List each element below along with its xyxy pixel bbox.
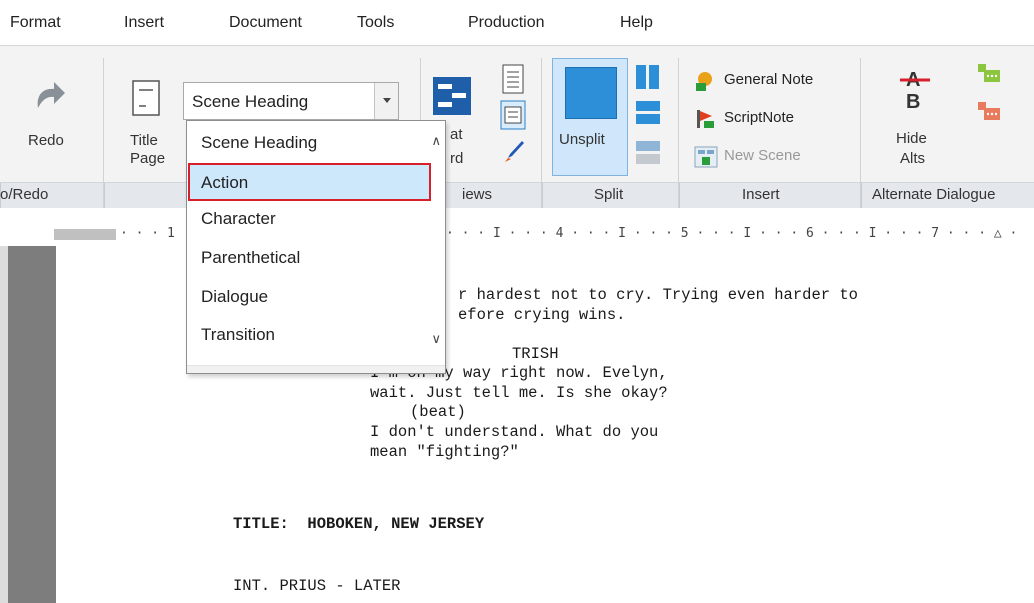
new-scene-button[interactable]: New Scene <box>694 144 854 170</box>
undo-group-label: o/Redo <box>0 186 49 203</box>
split-horizontal-icon[interactable] <box>635 100 661 126</box>
dropdown-item-dialogue[interactable]: Dialogue <box>201 287 268 307</box>
menu-production[interactable]: Production <box>468 14 545 32</box>
hide-alts-label-1: Hide <box>896 130 927 147</box>
insert-group-label: Insert <box>742 186 780 203</box>
ruler-margin <box>54 229 116 240</box>
dropdown-resize-grip[interactable] <box>187 365 445 373</box>
dropdown-item-parenthetical[interactable]: Parenthetical <box>201 248 300 268</box>
normal-view-icon[interactable] <box>500 100 526 130</box>
general-note-label: General Note <box>724 71 814 88</box>
menu-insert[interactable]: Insert <box>124 14 164 32</box>
views-group-label: iews <box>462 186 493 203</box>
title-page-label-2: Page <box>130 150 166 167</box>
script-note-button[interactable]: ScriptNote <box>694 106 854 132</box>
alt-dialogue-group-label: Alternate Dialogue <box>872 186 996 203</box>
script-dialogue-line[interactable]: mean "fighting?" <box>370 443 519 461</box>
script-scene-heading[interactable]: INT. PRIUS - LATER <box>233 577 400 595</box>
script-note-label: ScriptNote <box>724 109 795 126</box>
hide-alts-icon: A B <box>900 69 930 113</box>
alt-dialogue-green-icon[interactable] <box>976 62 1002 88</box>
script-dialogue-line[interactable]: wait. Just tell me. Is she okay? <box>370 384 668 402</box>
redo-icon <box>37 82 65 108</box>
page-view-icon[interactable] <box>502 64 524 94</box>
element-style-value: Scene Heading <box>192 92 309 111</box>
redo-label: Redo <box>28 132 64 149</box>
index-card-icon[interactable] <box>432 76 472 116</box>
views-label-2: rd <box>450 150 464 167</box>
split-vertical-icon[interactable] <box>635 64 661 90</box>
menu-format[interactable]: Format <box>10 14 61 32</box>
element-style-select[interactable]: Scene Heading <box>183 82 399 120</box>
redo-button[interactable]: Redo <box>20 74 80 174</box>
unsplit-label: Unsplit <box>559 131 605 148</box>
hide-alts-button[interactable]: A B Hide Alts <box>888 62 948 180</box>
hide-alts-label-2: Alts <box>900 150 926 167</box>
dropdown-item-transition[interactable]: Transition <box>201 325 275 345</box>
ruler-left-marks: · · · 1 <box>120 226 175 241</box>
script-character[interactable]: TRISH <box>512 345 559 363</box>
ruler[interactable]: · · · 1 · · · I · · · 4 · · · I · · · 5 … <box>0 222 1034 246</box>
script-parenthetical[interactable]: (beat) <box>410 403 466 421</box>
title-page-label-1: Title <box>130 132 158 149</box>
general-note-icon <box>696 72 712 91</box>
menu-tools[interactable]: Tools <box>357 14 394 32</box>
script-title-line[interactable]: TITLE: HOBOKEN, NEW JERSEY <box>233 515 484 533</box>
unsplit-button[interactable]: Unsplit <box>552 58 628 176</box>
menu-help[interactable]: Help <box>620 14 653 32</box>
dropdown-item-scene-heading[interactable]: Scene Heading <box>201 133 317 153</box>
chevron-down-icon[interactable] <box>374 83 398 119</box>
script-action-line[interactable]: efore crying wins. <box>458 306 625 324</box>
window-edge <box>0 246 8 603</box>
split-other-icon[interactable] <box>635 140 661 166</box>
title-page-icon <box>132 80 160 116</box>
script-note-icon <box>697 110 714 128</box>
menu-document[interactable]: Document <box>229 14 302 32</box>
speed-view-icon[interactable] <box>502 138 526 164</box>
chevron-up-icon[interactable]: ∧ <box>431 133 441 149</box>
svg-text:B: B <box>906 91 920 113</box>
script-dialogue-line[interactable]: I don't understand. What do you <box>370 423 658 441</box>
script-action-line[interactable]: r hardest not to cry. Trying even harder… <box>458 286 858 304</box>
chevron-down-icon[interactable]: ∨ <box>431 331 441 347</box>
new-scene-icon <box>694 146 718 168</box>
new-scene-label: New Scene <box>724 147 801 164</box>
dropdown-item-character[interactable]: Character <box>201 209 276 229</box>
alt-dialogue-red-icon[interactable] <box>976 100 1002 126</box>
general-note-button[interactable]: General Note <box>694 68 854 94</box>
unsplit-icon <box>565 67 617 119</box>
element-style-dropdown[interactable]: Scene Heading Action Character Parenthet… <box>186 120 446 374</box>
title-page-button[interactable]: Title Page <box>124 80 172 180</box>
ruler-right-marks: · · · I · · · 4 · · · I · · · 5 · · · I … <box>446 226 1018 241</box>
menu-bar: Format Insert Document Tools Production … <box>0 0 1034 46</box>
split-group-label: Split <box>594 186 624 203</box>
page-gutter <box>0 246 56 603</box>
dropdown-item-action[interactable]: Action <box>201 173 248 193</box>
views-label-1: at <box>450 126 463 143</box>
